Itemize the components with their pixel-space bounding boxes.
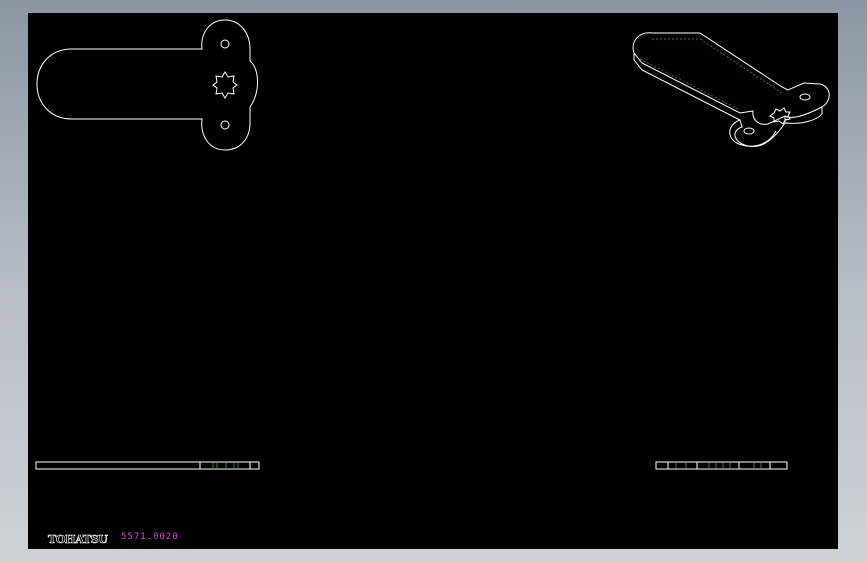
iso-top-face xyxy=(632,32,830,125)
iso-hole-upper xyxy=(799,93,811,101)
cad-drawing-svg xyxy=(35,19,830,470)
lower-bolt-hole xyxy=(220,120,230,130)
side-view-left xyxy=(35,461,260,470)
isometric-view xyxy=(632,32,830,147)
iso-thickness-edge xyxy=(633,53,823,147)
iso-hole-lower xyxy=(743,127,755,135)
brand-logo: TOHATSU xyxy=(48,533,109,547)
cad-drawing-viewport[interactable] xyxy=(28,13,838,549)
spline-hole xyxy=(212,71,238,99)
part-number-label: 5571.0020 xyxy=(121,532,179,542)
side-view-right xyxy=(655,461,788,470)
front-view xyxy=(36,19,258,151)
lever-outline xyxy=(36,19,258,151)
upper-bolt-hole xyxy=(220,39,230,49)
